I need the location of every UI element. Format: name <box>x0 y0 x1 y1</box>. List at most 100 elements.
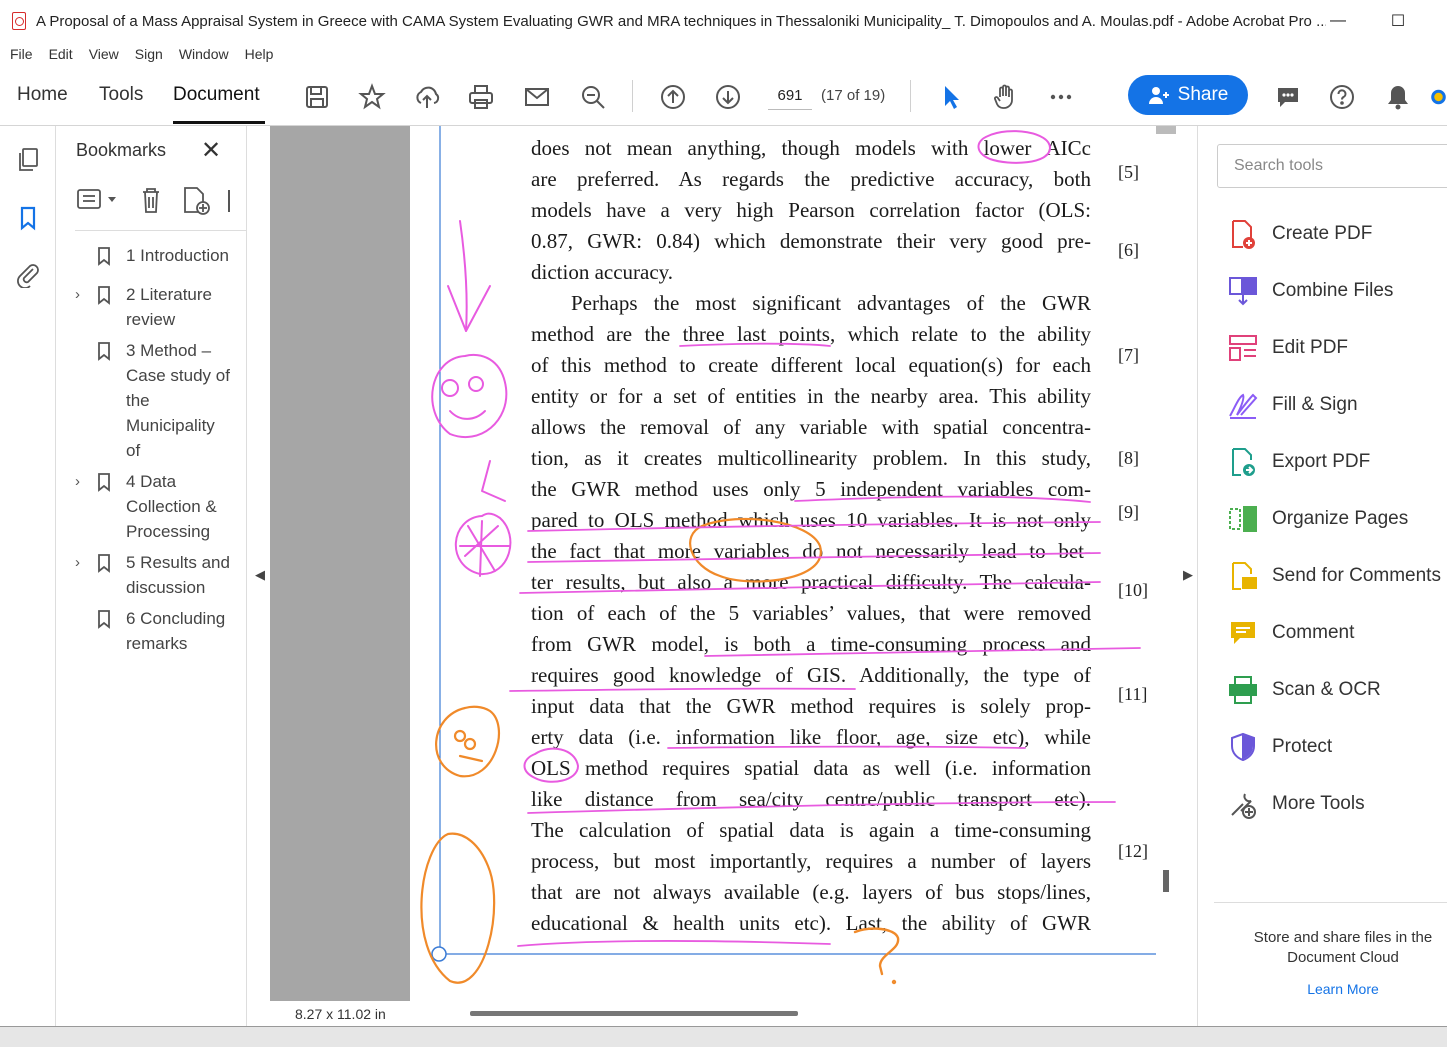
annotation-handle <box>431 946 447 962</box>
organize-pages-icon <box>1229 506 1257 532</box>
save-icon[interactable] <box>300 80 334 114</box>
create-pdf-icon <box>1232 220 1255 249</box>
tool-create-pdf[interactable]: Create PDF <box>1227 214 1372 254</box>
next-page-icon[interactable] <box>711 80 745 114</box>
new-bookmark-icon[interactable] <box>184 187 210 215</box>
hand-tool-icon[interactable] <box>988 80 1022 114</box>
bookmark-label: Processing <box>126 522 211 541</box>
expand-chevron-icon[interactable]: › <box>75 469 85 494</box>
tool-fill-sign[interactable]: Fill & Sign <box>1227 385 1358 425</box>
comment-icon <box>1231 622 1255 644</box>
comments-icon[interactable] <box>1271 80 1305 114</box>
menu-sign[interactable]: Sign <box>135 46 163 62</box>
user-avatar-icon[interactable] <box>1430 80 1447 114</box>
tool-combine-files[interactable]: Combine Files <box>1227 271 1393 311</box>
text-line: allows the removal of any variable with … <box>531 415 1091 439</box>
help-icon[interactable] <box>1325 80 1359 114</box>
tab-tools[interactable]: Tools <box>99 84 143 106</box>
bookmark-label: 4 Data <box>126 472 177 491</box>
bookmark-label: review <box>126 310 176 329</box>
scroll-up-indicator[interactable] <box>1156 126 1176 134</box>
tool-more-tools[interactable]: More Tools <box>1227 784 1365 824</box>
tab-document[interactable]: Document <box>173 84 260 106</box>
tool-protect[interactable]: Protect <box>1227 727 1332 767</box>
tools-divider <box>1214 902 1447 903</box>
delete-bookmark-icon[interactable] <box>143 188 159 213</box>
text-line: Perhaps the most significant advantages … <box>571 291 1091 315</box>
menu-view[interactable]: View <box>89 46 119 62</box>
tool-scan-ocr[interactable]: Scan & OCR <box>1227 670 1381 710</box>
text-line: diction accuracy. <box>531 260 674 284</box>
bookmark-options-icon[interactable] <box>77 189 116 209</box>
reference-number: [12] <box>1118 841 1148 861</box>
share-button[interactable]: Share <box>1128 75 1248 115</box>
bookmarks-panel: Bookmarks ✕ 1 Introduction › 2 Literatur… <box>57 126 247 1026</box>
upload-cloud-icon[interactable] <box>410 80 444 114</box>
more-tools-icon <box>1231 793 1256 819</box>
tool-edit-pdf[interactable]: Edit PDF <box>1227 328 1348 368</box>
bookmark-label: the <box>126 391 150 410</box>
pink-smiley-annotation <box>431 353 508 439</box>
bookmark-star-icon[interactable] <box>355 80 389 114</box>
tool-label: Edit PDF <box>1272 337 1349 358</box>
text-line: are preferred. As regards the predictive… <box>531 167 1091 191</box>
bookmark-label: of <box>126 441 141 460</box>
collapse-left-panel-icon[interactable]: ◀ <box>255 567 265 583</box>
tab-home[interactable]: Home <box>17 84 68 106</box>
send-comments-icon <box>1232 562 1257 590</box>
print-icon[interactable] <box>464 80 498 114</box>
menu-window[interactable]: Window <box>179 46 229 62</box>
tool-comment[interactable]: Comment <box>1227 613 1354 653</box>
tool-export-pdf[interactable]: Export PDF <box>1227 442 1370 482</box>
document-viewport[interactable]: does not mean anything, though models wi… <box>270 126 1156 1001</box>
notifications-bell-icon[interactable] <box>1381 80 1415 114</box>
menu-edit[interactable]: Edit <box>49 46 73 62</box>
expand-chevron-icon[interactable]: › <box>75 282 85 307</box>
attachments-icon[interactable] <box>14 260 42 289</box>
minimize-button[interactable]: — <box>1318 8 1358 34</box>
zoom-search-icon[interactable] <box>576 80 610 114</box>
tool-label: More Tools <box>1272 793 1365 814</box>
bookmark-flag-icon <box>98 473 110 492</box>
text-line: OLS method requires spatial data as well… <box>531 756 1091 780</box>
close-bookmarks-button[interactable]: ✕ <box>201 136 221 165</box>
search-tools-input[interactable]: Search tools <box>1217 144 1447 188</box>
tool-label: Fill & Sign <box>1272 394 1358 415</box>
vertical-scrollbar[interactable] <box>1156 126 1176 1026</box>
collapse-right-panel-icon[interactable]: ▶ <box>1183 567 1193 583</box>
horizontal-scrollbar[interactable] <box>470 1011 798 1016</box>
export-pdf-icon <box>1232 448 1255 476</box>
menu-help[interactable]: Help <box>245 46 274 62</box>
learn-more-link[interactable]: Learn More <box>1229 981 1447 997</box>
reference-number: [8] <box>1118 448 1139 468</box>
expand-chevron-icon[interactable]: › <box>75 550 85 575</box>
tool-label: Organize Pages <box>1272 508 1409 529</box>
bookmark-label: discussion <box>126 578 206 597</box>
menu-file[interactable]: File <box>10 46 33 62</box>
reference-number: [9] <box>1118 502 1139 522</box>
tool-organize-pages[interactable]: Organize Pages <box>1227 499 1408 539</box>
text-line: process, but most importantly, requires … <box>531 849 1091 873</box>
tool-send-for-comments[interactable]: Send for Comments <box>1227 556 1441 596</box>
title-bar: A Proposal of a Mass Appraisal System in… <box>0 0 1447 42</box>
text-line: that are not always available (e.g. laye… <box>531 880 1091 904</box>
tool-label: Scan & OCR <box>1272 679 1381 700</box>
bookmarks-panel-icon[interactable] <box>14 204 42 232</box>
page-thumbnails-icon[interactable] <box>14 146 42 174</box>
document-cloud-promo: Store and share files in the Document Cl… <box>1253 929 1433 966</box>
more-options-icon[interactable] <box>1044 80 1078 114</box>
bookmark-label: 6 Concluding <box>126 609 226 628</box>
email-icon[interactable] <box>520 80 554 114</box>
bookmark-label: Case study of <box>126 366 230 385</box>
previous-page-icon[interactable] <box>656 80 690 114</box>
bookmark-label: Collection & <box>126 497 217 516</box>
scrollbar-thumb[interactable] <box>1163 870 1169 892</box>
select-cursor-icon[interactable] <box>934 80 968 114</box>
reference-number: [7] <box>1118 345 1139 365</box>
tools-pane: Search tools Create PDF Combine Files Ed… <box>1199 126 1447 1026</box>
maximize-button[interactable]: ☐ <box>1378 8 1418 34</box>
tool-label: Comment <box>1272 622 1355 643</box>
active-tab-indicator <box>173 121 265 124</box>
bookmarks-toolbar <box>75 184 247 218</box>
page-number-input[interactable]: 691 <box>768 82 812 110</box>
